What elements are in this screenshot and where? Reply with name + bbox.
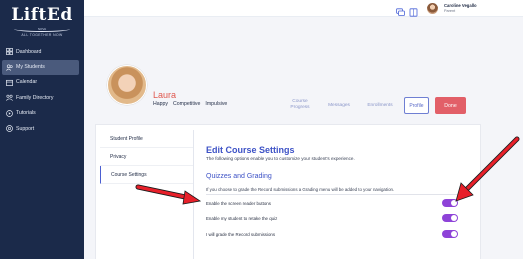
setting-label: Enable my student to retake the quiz [206, 215, 278, 221]
lifted-logo[interactable]: LiftEd NOVA ALL TOGETHER NOW [6, 6, 78, 40]
sidebar-item-label: Support [16, 125, 35, 132]
tab-course-progress[interactable]: Course Progress [286, 99, 314, 111]
sidebar-item-label: Dashboard [16, 48, 42, 55]
setting-label: Enable the screen reader buttons [206, 200, 271, 206]
sidebar-item-label: My Students [16, 64, 45, 70]
book-icon[interactable] [409, 4, 418, 17]
tab-privacy[interactable]: Privacy [100, 148, 193, 166]
sidebar-nav: Dashboard My Students Calendar Family Di… [0, 44, 84, 137]
trait-label: Competitive [173, 101, 201, 107]
logo-tagline: ALL TOGETHER NOW [21, 33, 63, 37]
toggle-knob [451, 200, 457, 206]
top-bar: Caroline Vegallo Parent [84, 0, 523, 17]
section-title: Quizzes and Grading [206, 173, 272, 180]
sidebar-item-dashboard[interactable]: Dashboard [0, 44, 84, 59]
student-traits: Happy Competitive Impulsive [153, 101, 227, 107]
tab-enrollments[interactable]: Enrollments [362, 103, 398, 109]
settings-nav: Student Profile Privacy Course Settings [100, 130, 193, 184]
settings-divider [193, 130, 194, 259]
sidebar-item-label: Family Directory [16, 94, 54, 101]
trait-label: Impulsive [205, 101, 228, 107]
section-divider [206, 194, 458, 195]
page-title: Edit Course Settings [206, 145, 295, 155]
setting-row-grade-record: I will grade the Record submissions [206, 229, 458, 239]
play-icon [5, 109, 13, 117]
profile-button[interactable]: Profile [404, 97, 429, 114]
sidebar-item-support[interactable]: Support [0, 121, 84, 136]
setting-row-retake-quiz: Enable my student to retake the quiz [206, 213, 458, 223]
grade-record-toggle[interactable] [442, 230, 458, 238]
student-avatar [107, 65, 147, 105]
section-description: If you choose to grade the Record submis… [206, 187, 395, 192]
setting-row-screen-reader: Enable the screen reader buttons [206, 198, 458, 208]
sidebar-item-tutorials[interactable]: Tutorials [0, 106, 84, 121]
done-button[interactable]: Done [435, 97, 466, 114]
sidebar-item-calendar[interactable]: Calendar [0, 75, 84, 90]
grid-icon [5, 48, 13, 56]
sidebar: LiftEd NOVA ALL TOGETHER NOW Dashboard M… [0, 0, 84, 259]
sidebar-item-family-directory[interactable]: Family Directory [0, 90, 84, 105]
sidebar-item-label: Calendar [16, 79, 38, 85]
users-icon [5, 63, 13, 71]
tab-course-settings[interactable]: Course Settings [100, 166, 193, 184]
tab-student-profile[interactable]: Student Profile [100, 130, 193, 148]
toggle-knob [451, 215, 457, 221]
student-name: Laura [153, 90, 177, 100]
logo-text: LiftEd [11, 5, 73, 25]
trait-label: Happy [153, 101, 168, 107]
retake-quiz-toggle[interactable] [442, 214, 458, 222]
family-icon [5, 94, 13, 102]
chat-icon[interactable] [396, 4, 405, 16]
user-role: Parent [444, 9, 456, 13]
logo-small-text: NOVA [37, 27, 47, 31]
user-avatar[interactable] [427, 3, 438, 14]
page-subtitle: The following options enable you to cust… [206, 156, 355, 161]
screen-reader-toggle[interactable] [442, 199, 458, 207]
setting-label: I will grade the Record submissions [206, 231, 276, 237]
sidebar-item-my-students[interactable]: My Students [2, 59, 79, 75]
toggle-knob [451, 231, 457, 237]
calendar-icon [5, 78, 13, 86]
tab-messages[interactable]: Messages [323, 103, 355, 109]
user-name: Caroline Vegallo [444, 3, 477, 8]
sidebar-item-label: Tutorials [16, 110, 36, 116]
support-icon [5, 125, 13, 133]
